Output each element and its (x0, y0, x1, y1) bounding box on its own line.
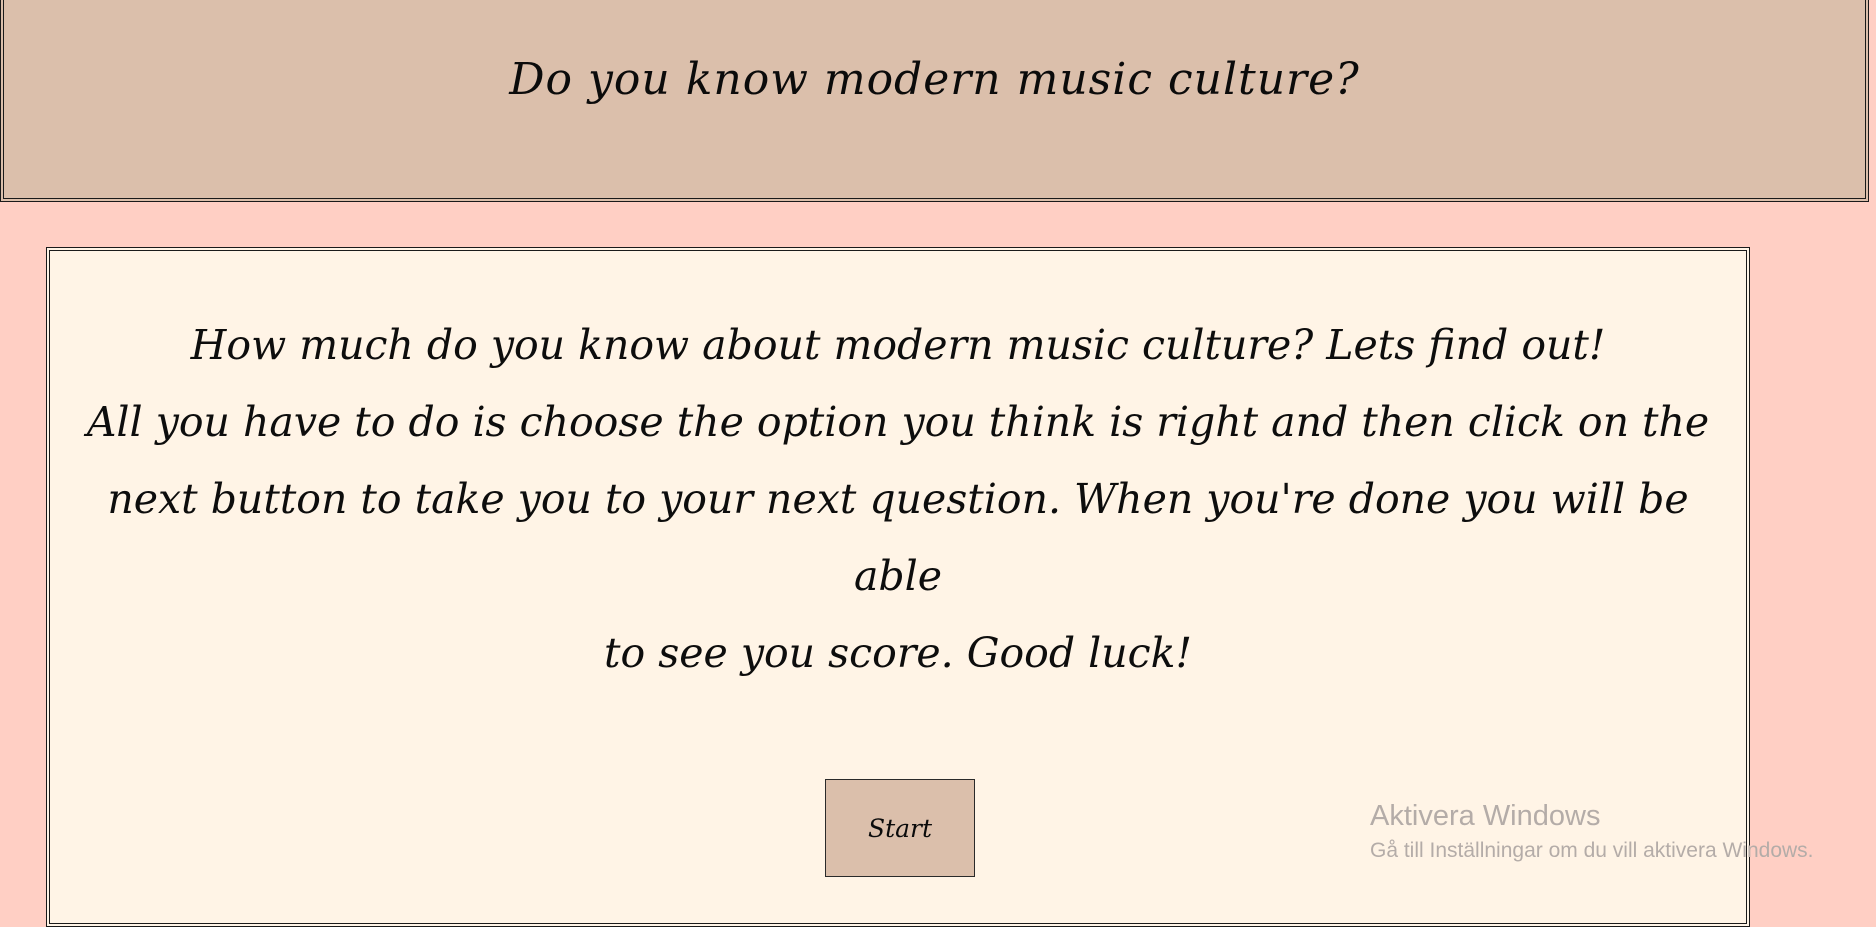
intro-line: All you have to do is choose the option … (86, 398, 1710, 446)
watermark-subtitle: Gå till Inställningar om du vill aktiver… (1370, 839, 1814, 862)
intro-line: next button to take you to your next que… (107, 475, 1689, 600)
intro-line: How much do you know about modern music … (190, 321, 1606, 369)
intro-text: How much do you know about modern music … (84, 307, 1712, 692)
intro-line: to see you score. Good luck! (604, 629, 1192, 677)
page-title: Do you know modern music culture? (509, 54, 1360, 105)
start-button[interactable]: Start (825, 779, 975, 877)
page-header: Do you know modern music culture? (0, 0, 1869, 202)
watermark-title: Aktivera Windows (1370, 800, 1601, 832)
windows-activation-watermark: Aktivera Windows Gå till Inställningar o… (1370, 798, 1814, 866)
